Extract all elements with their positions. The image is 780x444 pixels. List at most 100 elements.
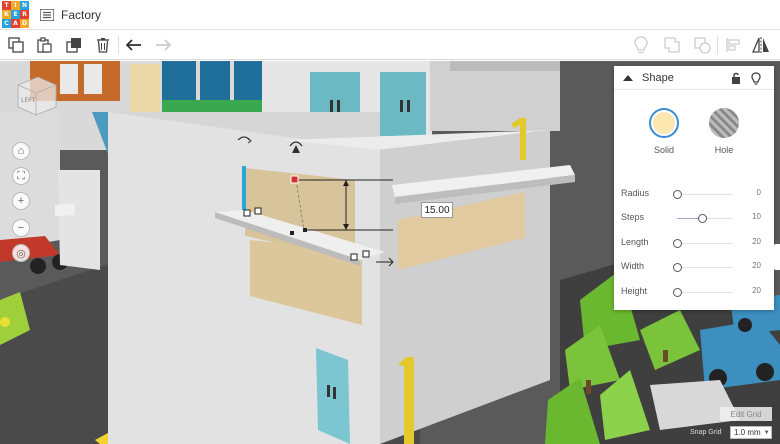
dimension-input[interactable]: 15.00 <box>421 202 453 218</box>
slider-knob[interactable] <box>673 190 682 199</box>
param-height: Height 20 <box>621 286 767 300</box>
redo-button[interactable] <box>152 34 174 56</box>
door-handle <box>330 100 333 112</box>
home-icon: ⌂ <box>17 145 25 157</box>
home-view-button[interactable]: ⌂ <box>12 142 30 160</box>
slider-knob[interactable] <box>673 288 682 297</box>
paste-button[interactable] <box>33 34 55 56</box>
param-label: Height <box>621 286 648 296</box>
solid-option[interactable]: Solid <box>644 108 684 155</box>
chevron-up-icon <box>623 74 633 81</box>
param-slider[interactable] <box>677 214 733 223</box>
view-cube[interactable]: LEFT <box>14 73 60 119</box>
duplicate-icon <box>66 38 81 53</box>
param-label: Length <box>621 237 649 247</box>
param-length: Length 20 <box>621 237 767 251</box>
param-value[interactable]: 10 <box>752 212 761 221</box>
tree-trunk <box>586 380 591 394</box>
logo-letter: C <box>2 19 11 28</box>
resize-handle[interactable] <box>254 207 262 215</box>
view-cube-face-label: LEFT <box>21 97 35 104</box>
logo-letter: N <box>20 1 29 10</box>
visibility-button[interactable] <box>748 70 764 86</box>
tree-trunk <box>663 350 668 362</box>
copy-icon <box>8 37 24 53</box>
slider-knob[interactable] <box>673 239 682 248</box>
zoom-out-icon: − <box>17 222 25 234</box>
duplicate-button[interactable] <box>63 34 85 56</box>
param-slider[interactable] <box>673 190 733 199</box>
slider-knob[interactable] <box>698 214 707 223</box>
toolbar <box>0 30 780 60</box>
lock-icon <box>732 72 740 84</box>
door-handle <box>407 100 410 112</box>
logo-letter: T <box>2 1 11 10</box>
param-value[interactable]: 20 <box>752 237 761 246</box>
param-label: Radius <box>621 188 650 198</box>
param-label: Width <box>621 261 645 271</box>
chevron-down-icon: ▼ <box>763 429 770 436</box>
paste-icon <box>37 37 52 53</box>
logo-letter: E <box>11 10 20 19</box>
mirror-icon <box>752 37 769 53</box>
wheel <box>738 318 752 332</box>
logo-letter: I <box>11 1 20 10</box>
window <box>60 64 78 94</box>
align-icon <box>726 38 740 52</box>
hole-swatch <box>709 108 739 138</box>
param-slider[interactable] <box>673 288 733 297</box>
snap-grid-select[interactable]: 1.0 mm ▼ <box>730 426 772 439</box>
title-bar: T I N K E R C A D Factory <box>0 0 780 30</box>
fit-icon: ⛶ <box>17 169 25 182</box>
toolbar-divider <box>118 36 119 54</box>
design-title[interactable]: Factory <box>61 8 101 22</box>
zoom-out-button[interactable]: − <box>12 219 30 237</box>
copy-button[interactable] <box>5 34 27 56</box>
door-handle <box>400 100 403 112</box>
ungroup-button[interactable] <box>691 34 713 56</box>
resize-handle[interactable] <box>243 209 251 217</box>
slider-knob[interactable] <box>673 263 682 272</box>
solid-label: Solid <box>653 145 674 155</box>
shapes-panel-toggle[interactable] <box>774 244 780 270</box>
resize-handle[interactable] <box>290 231 294 235</box>
ortho-icon: ◎ <box>16 247 26 260</box>
ortho-view-button[interactable]: ◎ <box>12 244 30 262</box>
notes-button[interactable] <box>630 34 652 56</box>
mirror-button[interactable] <box>750 34 772 56</box>
lock-button[interactable] <box>728 70 744 86</box>
design-list-button[interactable] <box>37 5 57 25</box>
toolbar-divider <box>717 36 718 54</box>
param-value[interactable]: 20 <box>752 286 761 295</box>
door-handle <box>333 387 336 399</box>
hole-label: Hole <box>714 145 734 155</box>
collapse-button[interactable] <box>618 68 638 88</box>
resize-handle[interactable] <box>350 253 358 261</box>
list-icon <box>40 8 54 21</box>
snap-grid-value: 1.0 mm <box>734 428 761 437</box>
align-button[interactable] <box>722 34 744 56</box>
edit-grid-button[interactable]: Edit Grid <box>720 407 772 421</box>
param-value[interactable]: 0 <box>757 188 761 197</box>
param-steps: Steps 10 <box>621 212 767 226</box>
param-radius: Radius 0 <box>621 188 767 202</box>
param-value[interactable]: 20 <box>752 261 761 270</box>
tinkercad-editor: T I N K E R C A D Factory 15.00 LEFT ⌂ ⛶… <box>0 0 780 444</box>
zoom-in-button[interactable]: + <box>12 192 30 210</box>
resize-handle[interactable] <box>362 250 370 258</box>
hole-option[interactable]: Hole <box>704 108 744 155</box>
delete-button[interactable] <box>92 34 114 56</box>
height-handle[interactable] <box>290 175 299 184</box>
undo-button[interactable] <box>123 34 145 56</box>
fit-view-button[interactable]: ⛶ <box>12 167 30 185</box>
wheel <box>756 363 774 381</box>
door-handle <box>337 100 340 112</box>
param-label: Steps <box>621 212 645 222</box>
param-width: Width 20 <box>621 261 767 275</box>
tinkercad-logo[interactable]: T I N K E R C A D <box>2 1 29 28</box>
roof-block <box>430 61 560 131</box>
resize-handle[interactable] <box>303 228 307 232</box>
param-slider[interactable] <box>673 263 733 272</box>
param-slider[interactable] <box>673 239 733 248</box>
group-button[interactable] <box>661 34 683 56</box>
